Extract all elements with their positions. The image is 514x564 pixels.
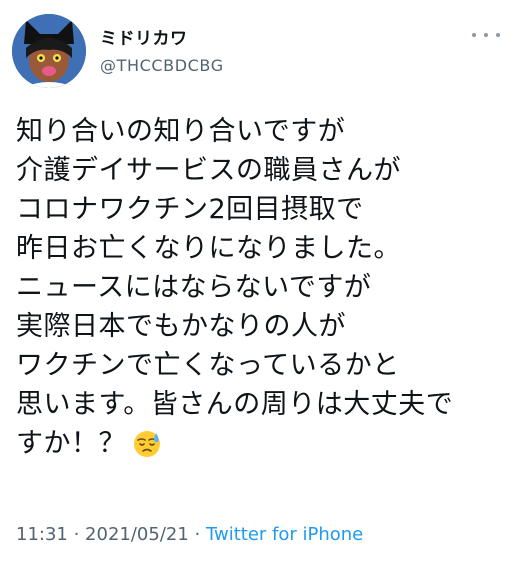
downcast-face-with-sweat-icon — [132, 429, 162, 459]
more-options-icon[interactable] — [472, 26, 500, 44]
user-handle[interactable]: @THCCBDCBG — [100, 56, 224, 75]
tweet-source-link[interactable]: Twitter for iPhone — [206, 524, 363, 545]
tweet-time[interactable]: 11:31 — [16, 524, 68, 545]
tweet-line: ワクチンで亡くなっているかと — [16, 350, 400, 381]
tweet-date[interactable]: 2021/05/21 — [85, 524, 189, 545]
tweet-card: ミドリカワ @THCCBDCBG 知り合いの知り合いですが 介護デイサービスの職… — [0, 0, 514, 564]
tweet-line: 思います。皆さんの周りは大丈夫で — [16, 389, 454, 420]
avatar[interactable] — [12, 14, 86, 88]
tweet-line: 知り合いの知り合いですが — [16, 116, 346, 147]
tweet-line: 昨日お亡くなりになりました。 — [16, 233, 401, 264]
tweet-line: すか！？ — [16, 428, 126, 459]
tweet-line-last: すか！？ — [16, 424, 506, 463]
display-name[interactable]: ミドリカワ — [100, 24, 188, 49]
more-dot — [472, 33, 476, 37]
tweet-text: 知り合いの知り合いですが 介護デイサービスの職員さんが コロナワクチン2回目摂取… — [16, 112, 506, 463]
tweet-line: 実際日本でもかなりの人が — [16, 311, 346, 342]
avatar-image — [12, 14, 86, 88]
tweet-meta: 11:31 · 2021/05/21 · Twitter for iPhone — [16, 524, 363, 545]
more-dot — [484, 33, 488, 37]
tweet-line: コロナワクチン2回目摂取で — [16, 194, 364, 225]
separator: · — [188, 524, 206, 545]
tweet-line: ニュースにはならないですが — [16, 272, 372, 303]
separator: · — [67, 524, 86, 545]
tweet-line: 介護デイサービスの職員さんが — [16, 155, 401, 186]
more-dot — [496, 33, 500, 37]
